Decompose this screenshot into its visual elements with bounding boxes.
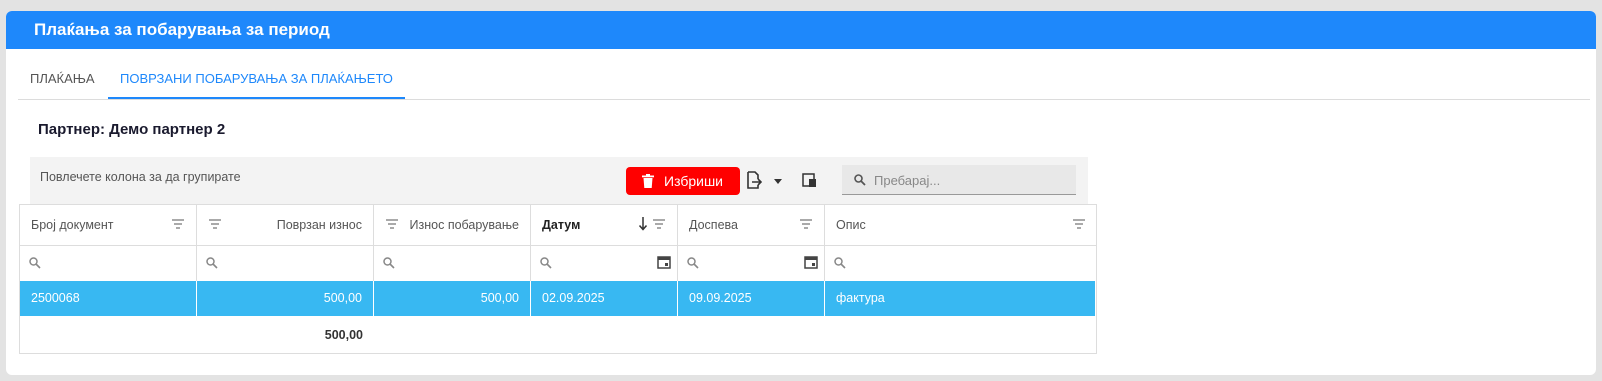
filter-cell-claim-amount[interactable] <box>374 245 531 281</box>
search-icon <box>687 257 699 269</box>
grid-filter-row <box>20 245 1096 282</box>
filter-icon[interactable] <box>209 219 221 229</box>
search-icon <box>854 174 866 186</box>
column-header-description[interactable]: Опис <box>825 205 1096 245</box>
cell-due-date[interactable]: 09.09.2025 <box>678 281 825 316</box>
filter-cell-linked-amount[interactable] <box>197 245 374 281</box>
cell-linked-amount[interactable]: 500,00 <box>197 281 374 316</box>
cell-date[interactable]: 02.09.2025 <box>531 281 678 316</box>
search-icon <box>383 257 395 269</box>
filter-icon[interactable] <box>1073 219 1085 229</box>
main-panel: Плаќања за побарувања за период ПЛАЌАЊА … <box>6 11 1596 375</box>
panel-title: Плаќања за побарувања за период <box>6 11 1596 49</box>
filter-cell-document-number[interactable] <box>20 245 197 281</box>
search-icon <box>540 257 552 269</box>
column-header-due-date[interactable]: Доспева <box>678 205 825 245</box>
filter-icon[interactable] <box>800 219 812 229</box>
tab-linked-claims[interactable]: ПОВРЗАНИ ПОБАРУВАЊА ЗА ПЛАЌАЊЕТО <box>108 71 405 99</box>
export-icon <box>746 171 762 189</box>
sort-descending-icon[interactable] <box>639 217 647 231</box>
chevron-down-icon <box>774 179 782 184</box>
search-field[interactable] <box>842 165 1076 195</box>
filter-cell-date[interactable] <box>531 245 678 281</box>
filter-cell-description[interactable] <box>825 245 1096 281</box>
search-icon <box>206 257 218 269</box>
cell-document-number[interactable]: 2500068 <box>20 281 197 316</box>
partner-label: Партнер: Демо партнер 2 <box>38 121 226 138</box>
grid-totals-row: 500,00 <box>20 316 1096 353</box>
table-row[interactable]: 2500068 500,00 500,00 02.09.2025 09.09.2… <box>20 281 1096 316</box>
export-button[interactable] <box>746 171 786 191</box>
total-linked-amount: 500,00 <box>324 328 363 342</box>
calendar-icon[interactable] <box>804 255 818 269</box>
delete-button[interactable]: Избриши <box>626 167 740 195</box>
tab-payments[interactable]: ПЛАЌАЊА <box>18 71 107 99</box>
grid-toolbar: Повлечете колона за да групирате Избриши <box>30 157 1088 205</box>
column-chooser-icon <box>802 173 817 188</box>
column-header-claim-amount[interactable]: Износ побарување <box>374 205 531 245</box>
trash-icon <box>642 174 654 188</box>
column-chooser-button[interactable] <box>800 171 820 191</box>
search-icon <box>29 257 41 269</box>
grid-header-row: Број документ Поврзан износ Износ побару… <box>20 205 1096 246</box>
delete-button-label: Избриши <box>664 173 724 189</box>
filter-icon[interactable] <box>653 219 665 229</box>
filter-cell-due-date[interactable] <box>678 245 825 281</box>
group-panel-hint[interactable]: Повлечете колона за да групирате <box>40 170 241 184</box>
tab-bar: ПЛАЌАЊА ПОВРЗАНИ ПОБАРУВАЊА ЗА ПЛАЌАЊЕТО <box>18 49 1590 100</box>
filter-icon[interactable] <box>172 219 184 229</box>
search-input[interactable] <box>872 170 1072 190</box>
column-header-date[interactable]: Датум <box>531 205 678 245</box>
column-header-document-number[interactable]: Број документ <box>20 205 197 245</box>
search-icon <box>834 257 846 269</box>
cell-claim-amount[interactable]: 500,00 <box>374 281 531 316</box>
filter-icon[interactable] <box>386 219 398 229</box>
column-header-linked-amount[interactable]: Поврзан износ <box>197 205 374 245</box>
cell-description[interactable]: фактура <box>825 281 1096 316</box>
calendar-icon[interactable] <box>657 255 671 269</box>
linked-claims-grid: Број документ Поврзан износ Износ побару… <box>19 204 1097 354</box>
